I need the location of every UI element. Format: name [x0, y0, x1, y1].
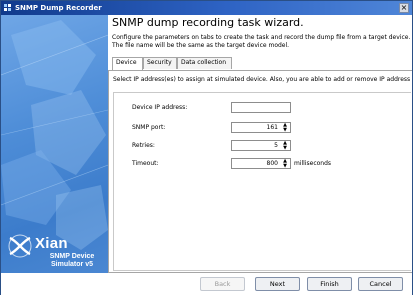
branding-sidebar: Xian SNMP Device Simulator v5 — [1, 15, 108, 273]
retries-label: Retries: — [132, 142, 155, 149]
spin-down-icon[interactable]: ▼ — [281, 145, 289, 151]
timeout-stepper[interactable]: 800 ▲ ▼ — [231, 158, 291, 169]
tab-security[interactable]: Security — [143, 57, 177, 69]
device-tab-panel: Select IP address(es) to assign at simul… — [108, 70, 412, 273]
timeout-unit: milliseconds — [294, 160, 332, 167]
window-title: SNMP Dump Recorder — [15, 4, 102, 12]
snmp-port-spin[interactable]: ▲ ▼ — [281, 123, 289, 132]
wizard-window: SNMP Dump Recorder × Xian SNMP Device Si… — [0, 0, 413, 295]
device-tab-intro: Select IP address(es) to assign at simul… — [113, 76, 411, 83]
ip-address-label: Device IP address: — [132, 104, 188, 111]
logo-name: Xian — [35, 235, 68, 252]
device-settings-group: Device IP address: SNMP port: 161 ▲ ▼ Re… — [113, 92, 411, 271]
wizard-footer: Back Next Finish Cancel — [1, 273, 412, 295]
close-button[interactable]: × — [399, 3, 409, 13]
logo-subtitle: SNMP Device Simulator v5 — [49, 253, 95, 268]
ip-address-input[interactable] — [231, 102, 291, 113]
retries-stepper[interactable]: 5 ▲ ▼ — [231, 140, 291, 151]
snmp-port-value: 161 — [266, 124, 278, 131]
snmp-port-stepper[interactable]: 161 ▲ ▼ — [231, 122, 291, 133]
retries-spin[interactable]: ▲ ▼ — [281, 141, 289, 150]
close-icon: × — [400, 3, 408, 12]
timeout-spin[interactable]: ▲ ▼ — [281, 159, 289, 168]
back-button[interactable]: Back — [200, 277, 245, 291]
snmp-port-label: SNMP port: — [132, 124, 166, 131]
wizard-content: SNMP dump recording task wizard. Configu… — [108, 15, 412, 273]
wizard-heading: SNMP dump recording task wizard. — [112, 16, 304, 29]
timeout-label: Timeout: — [132, 160, 159, 167]
spin-down-icon[interactable]: ▼ — [281, 163, 289, 169]
app-icon — [4, 4, 11, 11]
xian-logo-icon — [8, 234, 32, 258]
spin-down-icon[interactable]: ▼ — [281, 127, 289, 133]
tab-device[interactable]: Device — [112, 57, 143, 70]
retries-value: 5 — [274, 142, 278, 149]
wizard-description: Configure the parameters on tabs to crea… — [112, 34, 411, 49]
cancel-button[interactable]: Cancel — [358, 277, 403, 291]
tab-data-collection[interactable]: Data collection — [177, 57, 232, 69]
finish-button[interactable]: Finish — [307, 277, 352, 291]
title-bar[interactable]: SNMP Dump Recorder × — [1, 1, 412, 15]
next-button[interactable]: Next — [255, 277, 300, 291]
product-logo: Xian SNMP Device Simulator v5 — [7, 233, 107, 273]
timeout-value: 800 — [266, 160, 278, 167]
